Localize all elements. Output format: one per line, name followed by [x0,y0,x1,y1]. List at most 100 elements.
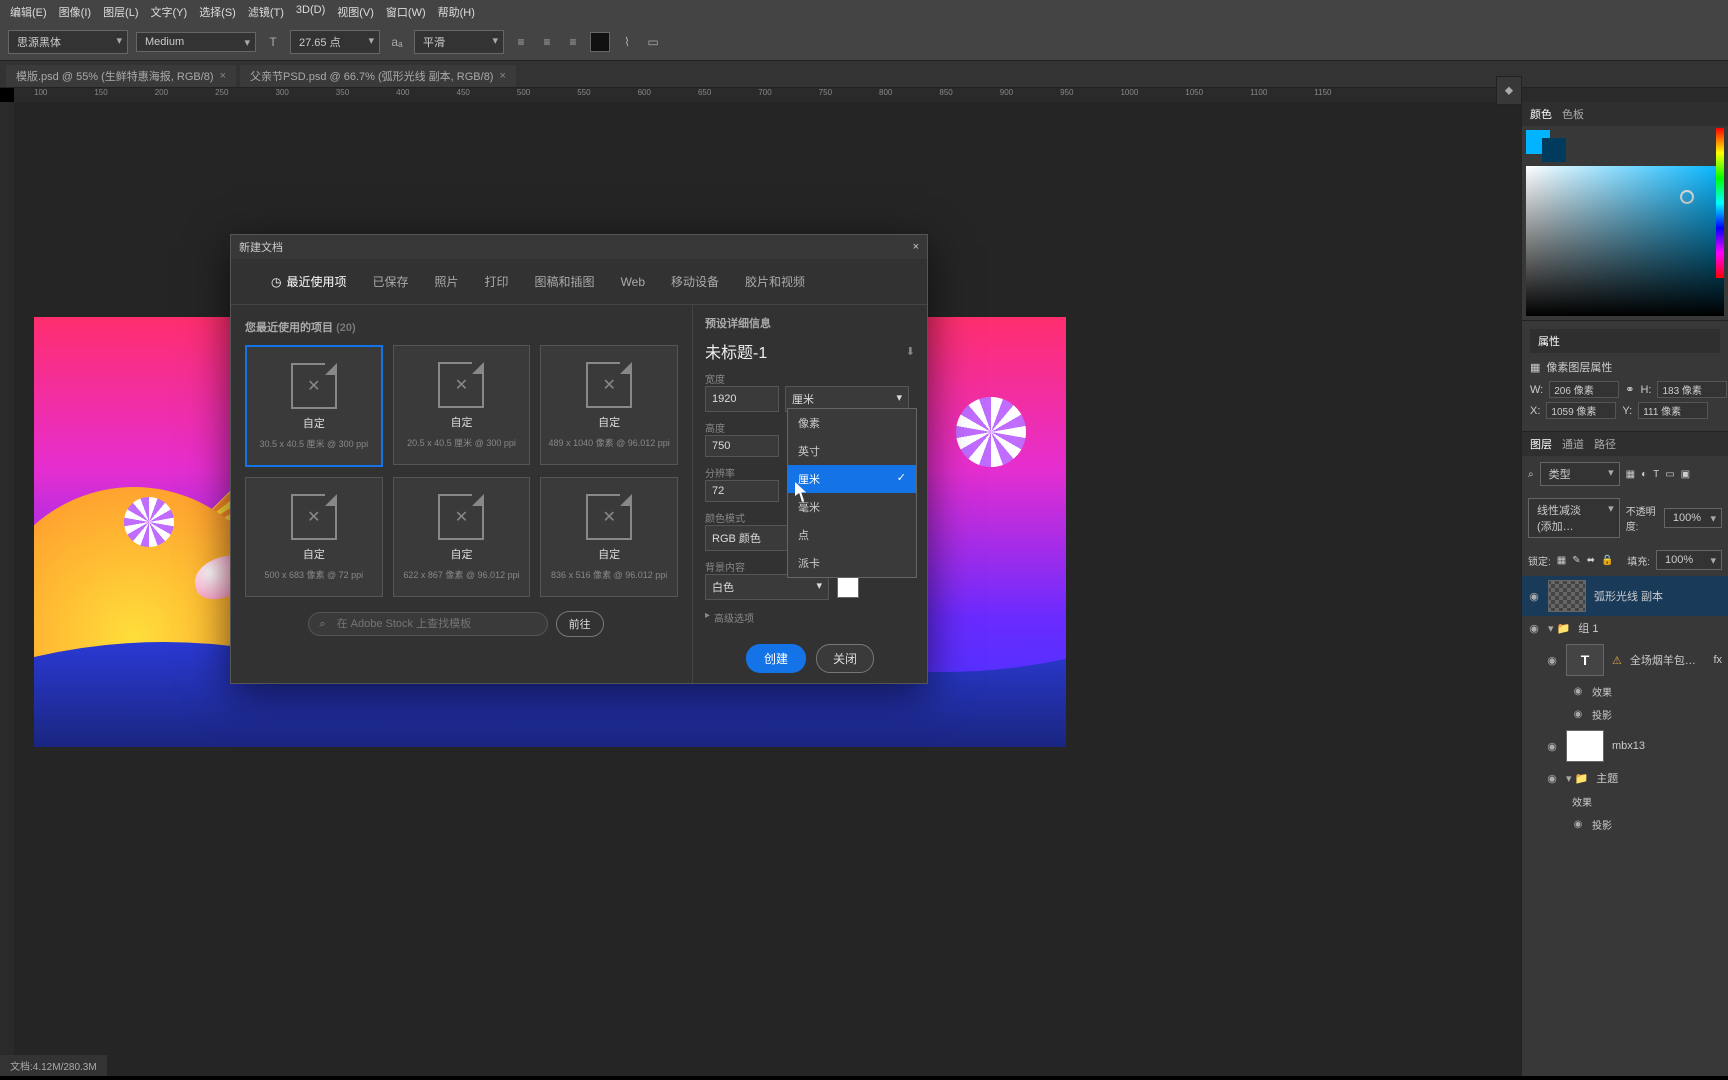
prop-height[interactable] [1657,381,1727,398]
lock-icon[interactable]: ✎ [1572,555,1580,566]
tab-layers[interactable]: 图层 [1530,436,1552,452]
layer-name[interactable]: 主题 [1596,770,1618,786]
font-family-select[interactable]: 思源黑体 [8,30,128,54]
layer-name[interactable]: 组 1 [1578,620,1598,636]
link-icon[interactable]: ⚭ [1625,383,1634,396]
menu-type[interactable]: 文字(Y) [151,4,188,20]
close-tab-icon[interactable]: × [499,70,505,82]
menu-view[interactable]: 视图(V) [337,4,374,20]
layer-item[interactable]: ◉ mbx13 [1522,726,1728,766]
close-button[interactable]: 关闭 [816,644,874,673]
layer-fx[interactable]: ◉投影 [1522,703,1728,726]
menu-filter[interactable]: 滤镜(T) [248,4,284,20]
font-weight-select[interactable]: Medium [136,32,256,52]
tab-properties[interactable]: 属性 [1538,333,1560,349]
unit-option-inches[interactable]: 英寸 [788,437,916,465]
warp-text-icon[interactable]: ⌇ [618,33,636,51]
text-color-swatch[interactable] [590,32,610,52]
preset-card[interactable]: ✕自定20.5 x 40.5 厘米 @ 300 ppi [393,345,531,465]
menu-help[interactable]: 帮助(H) [438,4,475,20]
visibility-icon[interactable]: ◉ [1572,709,1584,720]
layer-item[interactable]: ◉ 弧形光线 副本 [1522,576,1728,616]
layer-fx[interactable]: ◉效果 [1522,680,1728,703]
visibility-icon[interactable]: ◉ [1546,654,1558,667]
save-preset-icon[interactable]: ⬇ [906,345,915,358]
visibility-icon[interactable]: ◉ [1546,772,1558,785]
height-input[interactable] [705,435,779,457]
menu-window[interactable]: 窗口(W) [386,4,426,20]
filter-image-icon[interactable]: ▦ [1626,469,1635,480]
width-input[interactable] [705,386,779,412]
visibility-icon[interactable]: ◉ [1572,819,1584,830]
fx-badge[interactable]: fx [1713,654,1722,666]
unit-option-points[interactable]: 点 [788,521,916,549]
background-color[interactable] [1542,138,1566,162]
menu-edit[interactable]: 编辑(E) [10,4,47,20]
visibility-icon[interactable]: ◉ [1528,590,1540,603]
filter-smart-icon[interactable]: ▣ [1681,469,1690,480]
layer-fx[interactable]: ◉投影 [1522,813,1728,836]
lock-icon[interactable]: ▦ [1557,555,1566,566]
align-center-icon[interactable]: ≡ [538,33,556,51]
lock-icon[interactable]: ⬌ [1587,555,1595,566]
document-tab-1[interactable]: 模版.psd @ 55% (生鲜特惠海报, RGB/8)× [6,65,236,87]
unit-option-pixels[interactable]: 像素 [788,409,916,437]
preset-card[interactable]: ✕自定500 x 683 像素 @ 72 ppi [245,477,383,597]
tab-saved[interactable]: 已保存 [363,269,419,294]
bg-color-swatch[interactable] [837,576,859,598]
tab-art[interactable]: 图稿和插图 [525,269,605,294]
tab-photo[interactable]: 照片 [425,269,469,294]
tab-color[interactable]: 颜色 [1530,106,1552,122]
close-icon[interactable]: × [913,241,919,253]
tab-recent[interactable]: ◷最近使用项 [261,269,357,294]
filter-adjust-icon[interactable]: ◐ [1641,469,1647,480]
opacity-input[interactable]: 100% [1664,508,1722,528]
tab-mobile[interactable]: 移动设备 [661,269,729,294]
tab-paths[interactable]: 路径 [1594,436,1616,452]
document-name-field[interactable]: 未标题-1 [705,339,767,363]
antialias-select[interactable]: 平滑 [414,30,504,54]
resolution-input[interactable] [705,480,779,502]
menu-3d[interactable]: 3D(D) [296,4,325,20]
preset-card[interactable]: ✕自定30.5 x 40.5 厘米 @ 300 ppi [245,345,383,467]
advanced-options-toggle[interactable]: ▸高级选项 [705,610,915,625]
hue-slider[interactable] [1716,128,1724,278]
stock-go-button[interactable]: 前往 [556,611,604,637]
preset-card[interactable]: ✕自定622 x 867 像素 @ 96.012 ppi [393,477,531,597]
filter-shape-icon[interactable]: ▭ [1665,469,1674,480]
preset-card[interactable]: ✕自定489 x 1040 像素 @ 96.012 ppi [540,345,678,465]
menu-layer[interactable]: 图层(L) [103,4,138,20]
prop-x[interactable] [1546,402,1616,419]
tab-swatches[interactable]: 色板 [1562,106,1584,122]
layer-item[interactable]: ◉T⚠全场烟羊包…fx [1522,640,1728,680]
menu-image[interactable]: 图像(I) [59,4,91,20]
tab-film[interactable]: 胶片和视频 [735,269,815,294]
color-picker[interactable] [1526,166,1724,316]
font-size-input[interactable]: 27.65 点 [290,30,380,54]
layer-item[interactable]: ◉▾ 📁组 1 [1522,616,1728,640]
preset-card[interactable]: ✕自定836 x 516 像素 @ 96.012 ppi [540,477,678,597]
stock-search-input[interactable] [308,612,548,636]
create-button[interactable]: 创建 [746,644,806,673]
align-right-icon[interactable]: ≡ [564,33,582,51]
fill-input[interactable]: 100% [1656,550,1722,570]
unit-option-mm[interactable]: 毫米 [788,493,916,521]
document-tab-2[interactable]: 父亲节PSD.psd @ 66.7% (弧形光线 副本, RGB/8)× [240,65,516,87]
tab-web[interactable]: Web [611,269,655,294]
layer-item[interactable]: ◉▾ 📁主题 [1522,766,1728,790]
prop-y[interactable] [1638,402,1708,419]
paragraph-panel-icon[interactable]: ▭ [644,33,662,51]
close-tab-icon[interactable]: × [220,70,226,82]
layer-filter-select[interactable]: 类型 [1540,462,1620,486]
layer-name[interactable]: mbx13 [1612,740,1645,752]
search-icon[interactable]: ⌕ [1528,469,1534,480]
layer-name[interactable]: 弧形光线 副本 [1594,588,1663,604]
prop-width[interactable] [1549,381,1619,398]
layer-fx[interactable]: 效果 [1522,790,1728,813]
tab-print[interactable]: 打印 [475,269,519,294]
visibility-icon[interactable]: ◉ [1572,686,1584,697]
unit-option-cm[interactable]: 厘米✓ [788,465,916,493]
visibility-icon[interactable]: ◉ [1546,740,1558,753]
layer-name[interactable]: 全场烟羊包… [1630,652,1696,668]
filter-type-icon[interactable]: T [1653,469,1659,480]
